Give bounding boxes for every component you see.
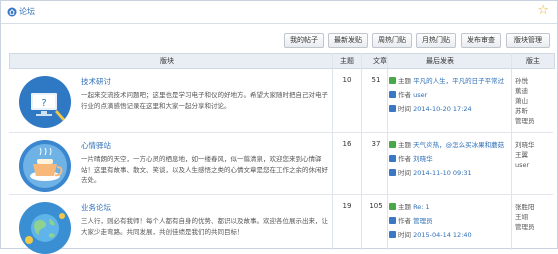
moderator[interactable]: 萧山 [515,96,551,106]
author-label: 作者 [398,217,411,225]
star-icon[interactable]: ☆ [537,3,549,19]
last-post-author[interactable]: 管理员 [413,217,433,225]
forum-panel: 论坛 ☆ 我的帖子 最新发贴 周热门贴 月热门贴 发布审查 版块管理 版块 主题… [0,0,558,254]
time-label: 时间 [398,105,411,113]
board-description: 一片晴朗的天空，一方心灵的栖息地，如一缕春风，似一翦清泉，欢迎您来到心情驿站！这… [81,155,328,184]
moderator[interactable]: 王翼 [515,150,551,160]
post-count: 105 [369,202,383,210]
moderator[interactable]: 王翊 [515,212,551,222]
last-post-time: 2014-11-10 09:31 [413,169,472,177]
moderator[interactable]: 张胜阳 [515,202,551,212]
topic-count: 16 [342,140,352,148]
last-post-subject[interactable]: 平凡的人生，平凡的日子平常过 [413,77,504,85]
author-icon [389,154,396,162]
moderator[interactable]: 管理员 [515,222,551,232]
board-thumbnail-business[interactable] [19,202,71,254]
header-mods: 版主 [526,57,540,65]
last-post: 主题 天气炎热，@怎么买冰果和蘑菇 作者 刘晓华 时间 2014-11-10 0… [389,140,509,178]
time-label: 时间 [398,169,411,177]
subject-label: 主题 [398,141,411,149]
header-latest: 最后发表 [426,57,454,65]
subject-label: 主题 [398,203,411,211]
svg-text:?: ? [41,98,46,109]
author-label: 作者 [398,91,411,99]
time-label: 时间 [398,231,411,239]
time-icon [389,104,396,112]
board-description: 三人行，则必有我师！每个人都有自身的优势、都识以及故事。欢迎各位展示出来，让大家… [81,217,328,236]
time-icon [389,168,396,176]
moderator[interactable]: 苏昕 [515,106,551,116]
topic-count: 10 [342,76,352,84]
moderator[interactable]: 管理员 [515,116,551,126]
topic-icon [389,140,396,148]
board-name[interactable]: 心情驿站 [81,140,111,151]
board-thumbnail-tech[interactable]: ? [19,76,71,128]
header-posts: 文章 [373,57,387,65]
topic-icon [389,202,396,210]
my-posts-button[interactable]: 我的帖子 [284,33,324,48]
moderator[interactable]: 刘晓华 [515,140,551,150]
header-topics: 主题 [340,57,354,65]
weekly-hot-button[interactable]: 周热门贴 [372,33,412,48]
board-thumbnail-mood[interactable] [19,140,71,192]
top-bar: 论坛 ☆ [1,1,557,24]
author-icon [389,216,396,224]
board-name[interactable]: 业务论坛 [81,202,111,213]
last-post-time: 2014-10-20 17:24 [413,105,472,113]
last-post-author[interactable]: 刘晓华 [413,155,433,163]
topic-count: 19 [342,202,352,210]
last-post-subject[interactable]: Re: 1 [413,203,430,211]
topic-icon [389,76,396,84]
latest-posts-button[interactable]: 最新发贴 [328,33,368,48]
table-row: 业务论坛 三人行，则必有我师！每个人都有自身的优势、都识以及故事。欢迎各位展示出… [9,194,553,254]
board-name[interactable]: 技术研讨 [81,76,111,87]
forum-breadcrumb[interactable]: 论坛 [19,6,35,17]
publish-review-button[interactable]: 发布审查 [461,33,501,48]
moderators: 张胜阳 王翊 管理员 [515,202,551,232]
last-post-subject[interactable]: 天气炎热，@怎么买冰果和蘑菇 [413,141,504,149]
table-header: 版块 主题 文章 最后发表 版主 [9,53,555,69]
author-label: 作者 [398,155,411,163]
moderator[interactable]: user [515,160,551,170]
last-post: 主题 平凡的人生，平凡的日子平常过 作者 user 时间 2014-10-20 … [389,76,509,114]
author-icon [389,90,396,98]
post-count: 37 [371,140,381,148]
board-description: 一起来交流技术问题吧；这里也是学习电子和仪的好地方。希望大家随时把自己对电子行业… [81,91,328,110]
subject-label: 主题 [398,77,411,85]
forum-home-icon[interactable] [7,7,17,17]
moderators: 刘晓华 王翼 user [515,140,551,170]
post-count: 51 [371,76,381,84]
last-post-time: 2015-04-14 12:40 [413,231,472,239]
moderator[interactable]: 蕉迪 [515,86,551,96]
moderators: 孙悦 蕉迪 萧山 苏昕 管理员 [515,76,551,126]
board-manage-button[interactable]: 版块管理 [506,33,550,48]
last-post-author[interactable]: user [413,91,427,99]
last-post: 主题 Re: 1 作者 管理员 时间 2015-04-14 12:40 [389,202,509,240]
moderator[interactable]: 孙悦 [515,76,551,86]
table-row: 心情驿站 一片晴朗的天空，一方心灵的栖息地，如一缕春风，似一翦清泉，欢迎您来到心… [9,132,553,195]
monthly-hot-button[interactable]: 月热门贴 [416,33,456,48]
table-row: ? 技术研讨 一起来交流技术问题吧；这里也是学习电子和仪的好地方。希望大家随时把… [9,68,553,133]
header-board: 版块 [160,57,174,65]
time-icon [389,230,396,238]
toolbar: 我的帖子 最新发贴 周热门贴 月热门贴 发布审查 版块管理 [1,33,557,49]
